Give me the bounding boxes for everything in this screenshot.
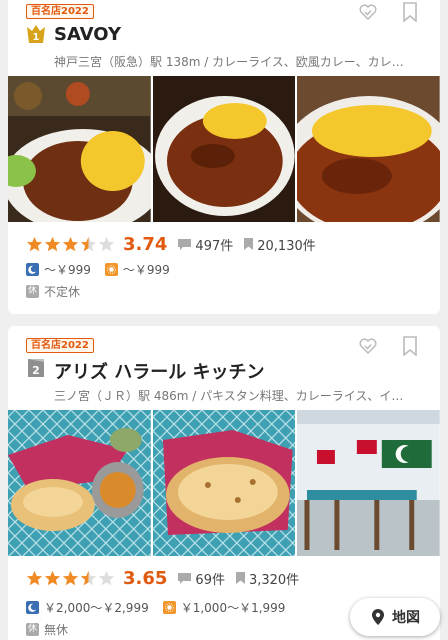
rank-1-icon: 1 (27, 25, 45, 43)
save-count-text: 20,130件 (257, 238, 316, 254)
restaurant-name[interactable]: SAVOY (54, 24, 121, 45)
star-full-icon (26, 236, 43, 251)
lunch-price: ～￥999 (104, 261, 170, 278)
star-full-icon (62, 570, 79, 585)
check-heart-icon[interactable] (358, 2, 378, 22)
star-full-icon (62, 236, 79, 251)
restaurant-photo[interactable] (152, 410, 296, 556)
lunch-price-text: ～￥999 (122, 262, 170, 277)
bookmark-small-icon (244, 238, 254, 250)
rating-score: 3.74 (123, 233, 168, 255)
hyakumeiten-badge: 百名店2022 (26, 4, 94, 19)
dinner-price: ￥2,000～￥2,999 (26, 599, 149, 616)
check-heart-icon[interactable] (358, 336, 378, 356)
photo-strip[interactable] (8, 76, 440, 222)
star-full-icon (26, 570, 43, 585)
star-empty-icon (98, 236, 115, 251)
restaurant-photo[interactable] (8, 76, 151, 222)
holiday-text: 無休 (44, 622, 69, 637)
save-count-text: 3,320件 (248, 572, 300, 588)
restaurant-photo[interactable] (8, 410, 151, 556)
rating-row: 3.74 497件 20,130件 (26, 232, 430, 256)
review-count[interactable]: 497件 (177, 235, 233, 254)
restaurant-photo[interactable] (152, 76, 296, 222)
bookmark-icon[interactable] (402, 2, 418, 22)
speech-bubble-icon (178, 238, 192, 250)
bookmark-icon[interactable] (402, 336, 418, 356)
restaurant-card[interactable]: 百名店2022 2 アリズ ハラール キッチン 三ノ宮（ＪＲ）駅 486m / … (8, 326, 440, 640)
restaurant-photo[interactable] (297, 76, 440, 222)
moon-icon (26, 262, 39, 276)
hyakumeiten-badge: 百名店2022 (26, 338, 94, 353)
price-row: ～￥999 ～￥999 (26, 260, 430, 278)
lunch-price-text: ￥1,000～￥1,999 (180, 600, 286, 615)
station-genre-text: 三ノ宮（ＪＲ）駅 486m / パキスタン料理、カレーライス、イ… (54, 389, 404, 403)
holiday-row: 休 不定休 (26, 282, 80, 300)
dinner-price: ～￥999 (26, 261, 91, 278)
map-button[interactable]: 地図 (350, 598, 440, 636)
svg-text:1: 1 (33, 32, 40, 43)
star-rating (26, 570, 115, 587)
dinner-price-text: ～￥999 (44, 262, 91, 277)
moon-icon (26, 600, 39, 614)
svg-text:2: 2 (32, 364, 40, 377)
sun-icon (162, 600, 176, 614)
dinner-price-text: ￥2,000～￥2,999 (44, 600, 149, 615)
save-count[interactable]: 3,320件 (235, 569, 299, 588)
map-pin-icon (372, 609, 384, 625)
star-full-icon (44, 570, 61, 585)
restaurant-card[interactable]: 百名店2022 1 SAVOY 神戸三宮（阪急）駅 138m / カレーライス、… (8, 0, 440, 314)
review-count[interactable]: 69件 (177, 569, 225, 588)
review-count-text: 497件 (195, 238, 234, 254)
station-genre-text: 神戸三宮（阪急）駅 138m / カレーライス、欧風カレー、カレ… (54, 55, 404, 69)
photo-strip[interactable] (8, 410, 440, 556)
speech-bubble-icon (178, 572, 192, 584)
holiday-icon: 休 (26, 284, 39, 298)
sun-icon (104, 262, 118, 276)
holiday-row: 休 無休 (26, 620, 68, 638)
rating-score: 3.65 (123, 567, 168, 589)
bookmark-small-icon (235, 572, 245, 584)
star-rating (26, 236, 115, 253)
holiday-text: 不定休 (44, 284, 81, 299)
review-count-text: 69件 (195, 572, 225, 588)
rank-2-icon: 2 (28, 359, 44, 377)
star-half-icon (80, 570, 97, 585)
map-button-label: 地図 (392, 610, 420, 626)
star-full-icon (44, 236, 61, 251)
holiday-icon: 休 (26, 622, 39, 636)
restaurant-photo[interactable] (297, 410, 440, 556)
star-empty-icon (98, 570, 115, 585)
restaurant-name[interactable]: アリズ ハラール キッチン (54, 358, 265, 384)
save-count[interactable]: 20,130件 (243, 235, 316, 254)
star-half-icon (80, 236, 97, 251)
rating-row: 3.65 69件 3,320件 (26, 566, 430, 590)
lunch-price: ￥1,000～￥1,999 (162, 599, 286, 616)
